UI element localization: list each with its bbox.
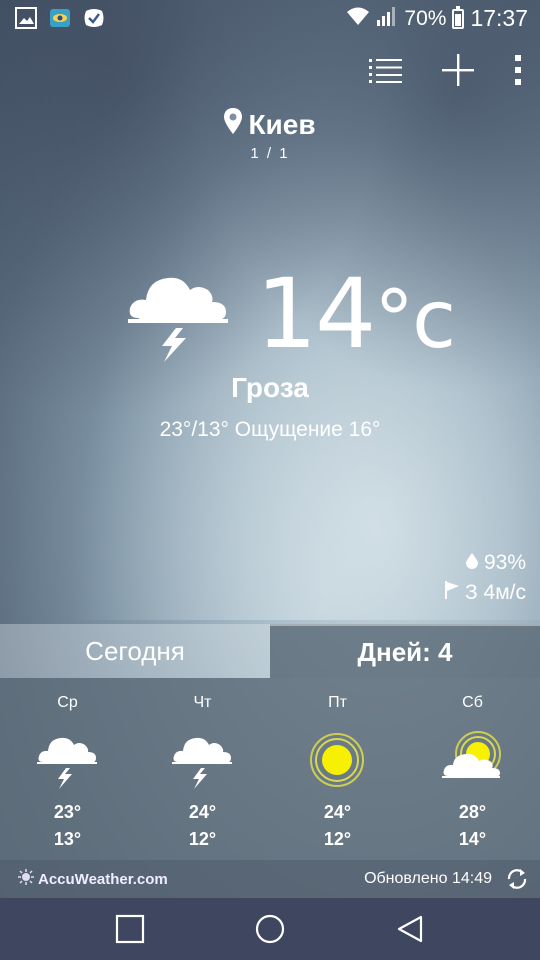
weather-extras: 93% З 4м/с (445, 548, 526, 608)
forecast-day-name: Сб (462, 694, 483, 711)
back-button[interactable] (380, 899, 440, 959)
wind-value: З 4м/с (465, 581, 526, 604)
check-notification-icon (82, 6, 106, 30)
accuweather-sun-icon (18, 869, 34, 889)
forecast-high: 24° (323, 802, 352, 822)
forecast-day[interactable]: Сб 28° 14° (405, 678, 540, 860)
daily-forecast: Ср 23° 13° Чт 24° 12° Пт 24° 12° Сб 28° … (0, 678, 540, 860)
signal-icon (376, 6, 398, 32)
humidity-drop-icon (465, 548, 478, 578)
forecast-high: 24° (188, 802, 217, 822)
current-weather: 14°c (0, 258, 540, 372)
status-bar: 70% 17:37 (0, 0, 540, 38)
forecast-day[interactable]: Ср 23° 13° (0, 678, 135, 860)
thunderstorm-icon (37, 730, 97, 790)
wind-flag-icon (445, 578, 460, 608)
thunderstorm-icon (128, 266, 228, 371)
home-button[interactable] (240, 899, 300, 959)
current-temperature: 14°c (256, 258, 456, 370)
city-name[interactable]: Киев (248, 109, 315, 141)
forecast-high: 28° (458, 802, 487, 822)
app-notification-icon (48, 6, 72, 30)
temperature-unit: °c (374, 273, 456, 366)
tab-today[interactable]: Сегодня (0, 624, 270, 678)
forecast-high: 23° (53, 802, 82, 822)
gallery-notification-icon (14, 6, 38, 30)
refresh-icon[interactable] (504, 866, 530, 892)
humidity-value: 93% (483, 551, 526, 574)
forecast-low: 12° (323, 829, 352, 849)
temperature-range-feels-like: 23°/13° Ощущение 16° (159, 418, 381, 441)
recent-apps-button[interactable] (100, 899, 160, 959)
forecast-low: 12° (188, 829, 217, 849)
sun-icon (307, 730, 367, 790)
forecast-day-name: Пт (328, 694, 347, 711)
provider-name: AccuWeather.com (38, 870, 168, 888)
thunderstorm-icon (172, 730, 232, 790)
system-navigation-bar (0, 898, 540, 960)
forecast-low: 14° (458, 829, 487, 849)
forecast-day[interactable]: Пт 24° 12° (270, 678, 405, 860)
last-updated: Обновлено 14:49 (364, 870, 492, 887)
partly-cloudy-icon (442, 730, 502, 790)
location-pin-icon (224, 108, 243, 141)
forecast-day-name: Чт (193, 694, 212, 711)
wifi-icon (346, 6, 370, 32)
clock: 17:37 (470, 5, 528, 31)
accuweather-link[interactable]: AccuWeather.com (18, 869, 168, 889)
weather-condition: Гроза (231, 372, 309, 403)
forecast-day-name: Ср (57, 694, 78, 711)
battery-icon (452, 5, 465, 29)
more-options-icon[interactable] (512, 52, 524, 88)
add-icon[interactable] (440, 52, 476, 88)
page-indicator: 1 / 1 (250, 145, 290, 162)
forecast-day[interactable]: Чт 24° 12° (135, 678, 270, 860)
tab-days[interactable]: Дней: 4 (270, 624, 540, 678)
footer: AccuWeather.com Обновлено 14:49 (0, 860, 540, 898)
forecast-low: 13° (53, 829, 82, 849)
location-header: Киев 1 / 1 (0, 108, 540, 162)
list-icon[interactable] (368, 52, 404, 88)
battery-percent: 70% (404, 6, 447, 30)
top-actions (368, 52, 524, 88)
forecast-tabs: Сегодня Дней: 4 (0, 624, 540, 678)
